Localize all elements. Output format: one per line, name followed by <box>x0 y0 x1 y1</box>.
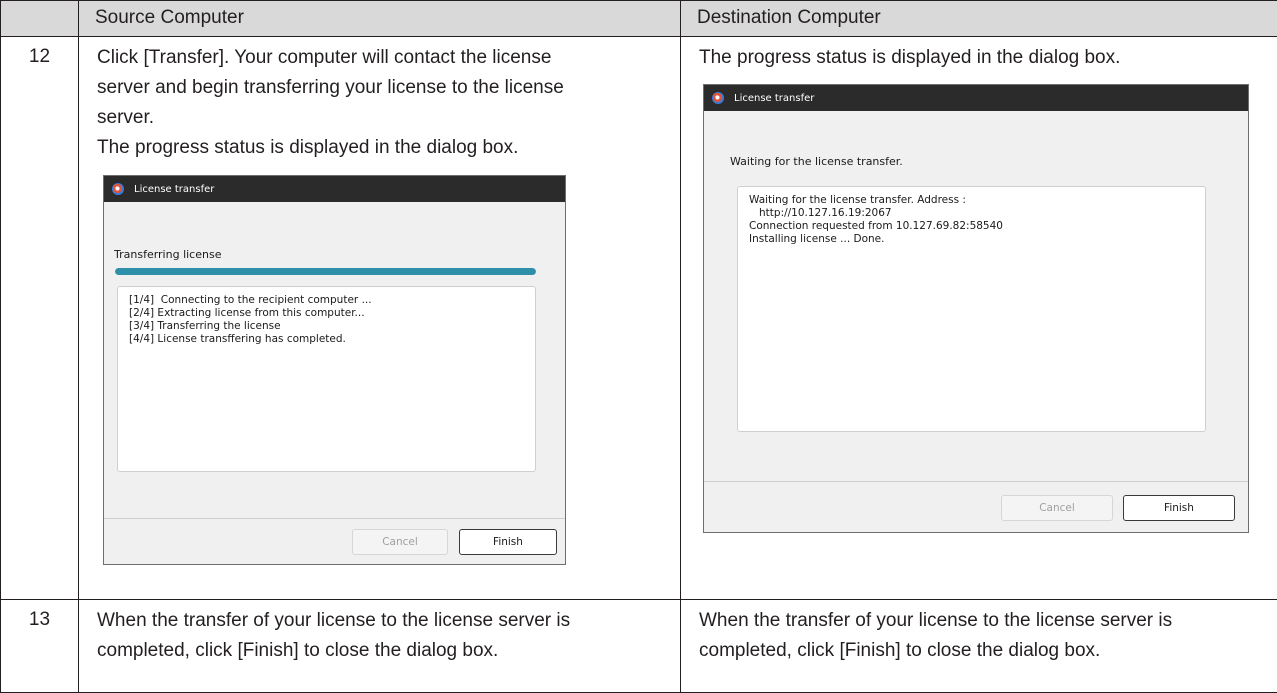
log-line: http://10.127.16.19:2067 <box>749 207 1194 220</box>
text-line: Click [Transfer]. Your computer will con… <box>97 47 551 68</box>
finish-button[interactable]: Finish <box>1123 495 1235 521</box>
app-logo-icon <box>112 183 124 195</box>
instruction-text: When the transfer of your license to the… <box>97 606 662 666</box>
log-line: [3/4] Transferring the license <box>129 320 524 333</box>
text-line: completed, click [Finish] to close the d… <box>97 640 498 661</box>
log-line: Installing license ... Done. <box>749 233 1194 246</box>
destination-cell: The progress status is displayed in the … <box>681 37 1277 600</box>
dialog-heading: Transferring license <box>114 248 221 261</box>
text-line: When the transfer of your license to the… <box>699 610 1172 631</box>
progress-log: Waiting for the license transfer. Addres… <box>737 186 1206 432</box>
app-logo-icon <box>712 92 724 104</box>
text-line: completed, click [Finish] to close the d… <box>699 640 1100 661</box>
text-line: The progress status is displayed in the … <box>699 47 1120 68</box>
log-line: [1/4] Connecting to the recipient comput… <box>129 294 524 307</box>
dialog-heading: Waiting for the license transfer. <box>730 155 903 168</box>
text-line: When the transfer of your license to the… <box>97 610 570 631</box>
log-line: Waiting for the license transfer. Addres… <box>749 194 1194 207</box>
table-row: 12 Click [Transfer]. Your computer will … <box>1 37 1277 600</box>
instruction-text: When the transfer of your license to the… <box>699 606 1263 666</box>
text-line: server. <box>97 107 154 128</box>
destination-computer-header: Destination Computer <box>681 1 1277 37</box>
dialog-title: License transfer <box>734 93 814 104</box>
dialog-titlebar: License transfer <box>104 176 565 202</box>
finish-button[interactable]: Finish <box>459 529 557 555</box>
log-line: [4/4] License transffering has completed… <box>129 333 524 346</box>
instruction-text: Click [Transfer]. Your computer will con… <box>97 43 662 163</box>
instruction-text: The progress status is displayed in the … <box>699 43 1263 73</box>
cancel-button[interactable]: Cancel <box>352 529 448 555</box>
progress-bar-fill <box>115 268 536 275</box>
step-number: 13 <box>1 600 79 693</box>
progress-bar <box>115 268 536 275</box>
table-header-row: Source Computer Destination Computer <box>1 1 1277 37</box>
log-line: [2/4] Extracting license from this compu… <box>129 307 524 320</box>
source-computer-header: Source Computer <box>79 1 681 37</box>
dialog-footer-divider <box>104 518 565 519</box>
instruction-table: Source Computer Destination Computer 12 … <box>0 0 1277 693</box>
destination-cell: When the transfer of your license to the… <box>681 600 1277 693</box>
dialog-title: License transfer <box>134 184 214 195</box>
dialog-titlebar: License transfer <box>704 85 1248 111</box>
log-line: Connection requested from 10.127.69.82:5… <box>749 220 1194 233</box>
source-cell: When the transfer of your license to the… <box>79 600 681 693</box>
cancel-button[interactable]: Cancel <box>1001 495 1113 521</box>
license-transfer-dialog-source: License transfer Transferring license [1… <box>103 175 566 565</box>
step-number: 12 <box>1 37 79 600</box>
source-cell: Click [Transfer]. Your computer will con… <box>79 37 681 600</box>
dialog-footer-divider <box>704 481 1248 482</box>
license-transfer-dialog-destination: License transfer Waiting for the license… <box>703 84 1249 533</box>
progress-log: [1/4] Connecting to the recipient comput… <box>117 286 536 472</box>
table-row: 13 When the transfer of your license to … <box>1 600 1277 693</box>
step-header <box>1 1 79 37</box>
text-line: server and begin transferring your licen… <box>97 77 564 98</box>
text-line: The progress status is displayed in the … <box>97 137 518 158</box>
